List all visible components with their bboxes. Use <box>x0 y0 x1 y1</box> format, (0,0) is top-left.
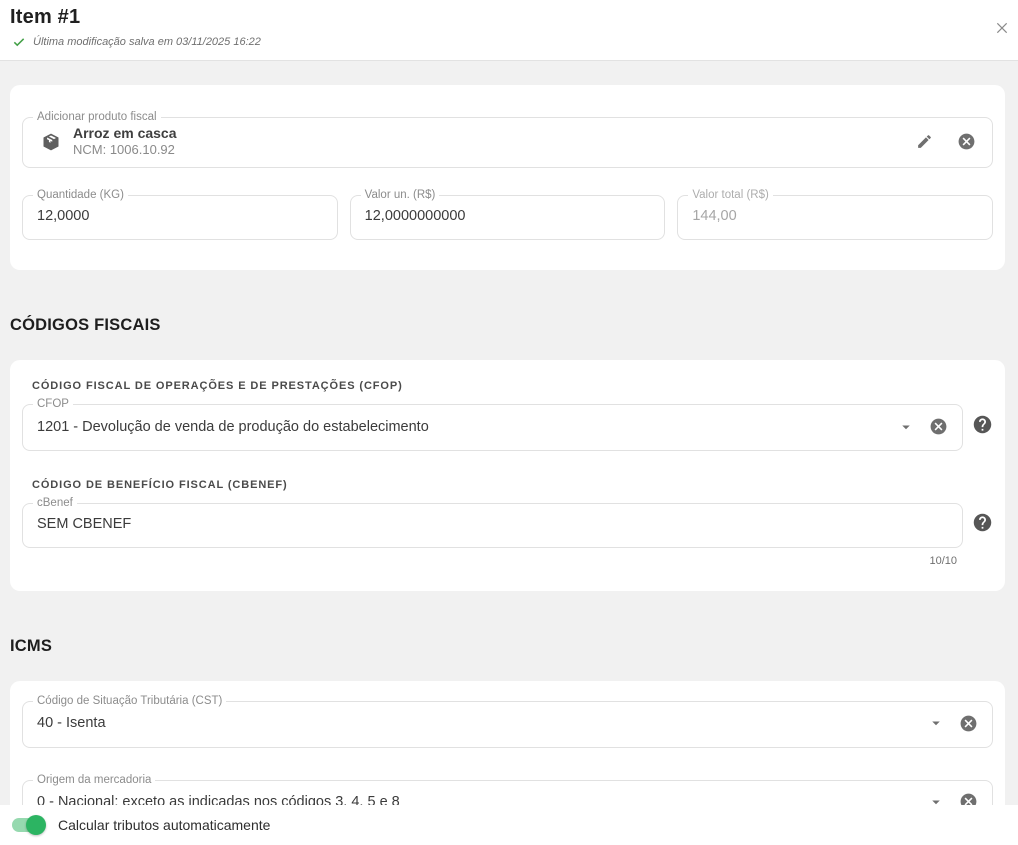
check-icon <box>12 35 26 49</box>
product-name: Arroz em casca <box>73 125 904 143</box>
auto-calc-toggle[interactable] <box>10 815 46 835</box>
chevron-down-icon[interactable] <box>897 418 915 436</box>
quantity-field[interactable]: Quantidade (KG) <box>22 189 338 240</box>
cfop-select[interactable]: CFOP 1201 - Devolução de venda de produç… <box>22 398 963 451</box>
product-picker[interactable]: Adicionar produto fiscal Arroz em casca … <box>22 111 993 168</box>
toggle-thumb <box>26 815 46 835</box>
unit-value-field[interactable]: Valor un. (R$) <box>350 189 666 240</box>
cst-select[interactable]: Código de Situação Tributária (CST) 40 -… <box>22 695 993 748</box>
chevron-down-icon[interactable] <box>927 714 945 732</box>
cbenef-row: cBenef <box>22 497 993 548</box>
total-value-field: Valor total (R$) <box>677 189 993 240</box>
cbenef-char-counter: 10/10 <box>22 555 957 567</box>
cst-value: 40 - Isenta <box>37 715 927 731</box>
product-card: Adicionar produto fiscal Arroz em casca … <box>10 85 1005 270</box>
dialog-header: Item #1 Última modificação salva em 03/1… <box>0 0 1018 61</box>
cfop-label: CFOP <box>33 398 73 411</box>
save-status: Última modificação salva em 03/11/2025 1… <box>12 35 1002 49</box>
dialog-footer: Calcular tributos automaticamente <box>0 805 1018 845</box>
cfop-help-icon[interactable] <box>972 414 993 435</box>
product-picker-label: Adicionar produto fiscal <box>33 111 161 124</box>
product-info: Arroz em casca NCM: 1006.10.92 <box>73 125 904 159</box>
clear-product-icon[interactable] <box>957 132 976 151</box>
save-status-text: Última modificação salva em 03/11/2025 1… <box>33 36 261 48</box>
cbenef-field[interactable]: cBenef <box>22 497 963 548</box>
page-title: Item #1 <box>10 6 1002 29</box>
clear-cfop-icon[interactable] <box>929 417 948 436</box>
fiscal-codes-card: CÓDIGO FISCAL DE OPERAÇÕES E DE PRESTAÇÕ… <box>10 360 1005 591</box>
cfop-row: CFOP 1201 - Devolução de venda de produç… <box>22 398 993 451</box>
cst-label: Código de Situação Tributária (CST) <box>33 695 226 708</box>
package-icon <box>41 132 61 152</box>
close-icon[interactable] <box>994 20 1010 36</box>
quantity-row: Quantidade (KG) Valor un. (R$) Valor tot… <box>22 189 993 240</box>
total-value-input <box>692 202 978 239</box>
cbenef-group-title: CÓDIGO DE BENEFÍCIO FISCAL (CBENEF) <box>32 479 983 491</box>
cst-row: Código de Situação Tributária (CST) 40 -… <box>22 695 993 748</box>
dialog-body: Adicionar produto fiscal Arroz em casca … <box>0 61 1018 845</box>
section-title-icms: ICMS <box>10 637 1018 656</box>
section-title-codigos-fiscais: CÓDIGOS FISCAIS <box>10 316 1018 335</box>
origin-label: Origem da mercadoria <box>33 774 155 787</box>
item-dialog: Item #1 Última modificação salva em 03/1… <box>0 0 1018 845</box>
unit-value-input[interactable] <box>365 202 651 239</box>
product-ncm: NCM: 1006.10.92 <box>73 142 904 158</box>
total-value-label: Valor total (R$) <box>688 189 772 202</box>
auto-calc-label: Calcular tributos automaticamente <box>58 817 270 833</box>
cbenef-label: cBenef <box>33 497 77 510</box>
cbenef-input[interactable] <box>37 510 948 547</box>
cfop-group-title: CÓDIGO FISCAL DE OPERAÇÕES E DE PRESTAÇÕ… <box>32 380 983 392</box>
quantity-label: Quantidade (KG) <box>33 189 128 202</box>
edit-product-icon[interactable] <box>916 133 933 150</box>
quantity-input[interactable] <box>37 202 323 239</box>
clear-cst-icon[interactable] <box>959 714 978 733</box>
cbenef-help-icon[interactable] <box>972 512 993 533</box>
unit-value-label: Valor un. (R$) <box>361 189 440 202</box>
cfop-value: 1201 - Devolução de venda de produção do… <box>37 419 897 435</box>
